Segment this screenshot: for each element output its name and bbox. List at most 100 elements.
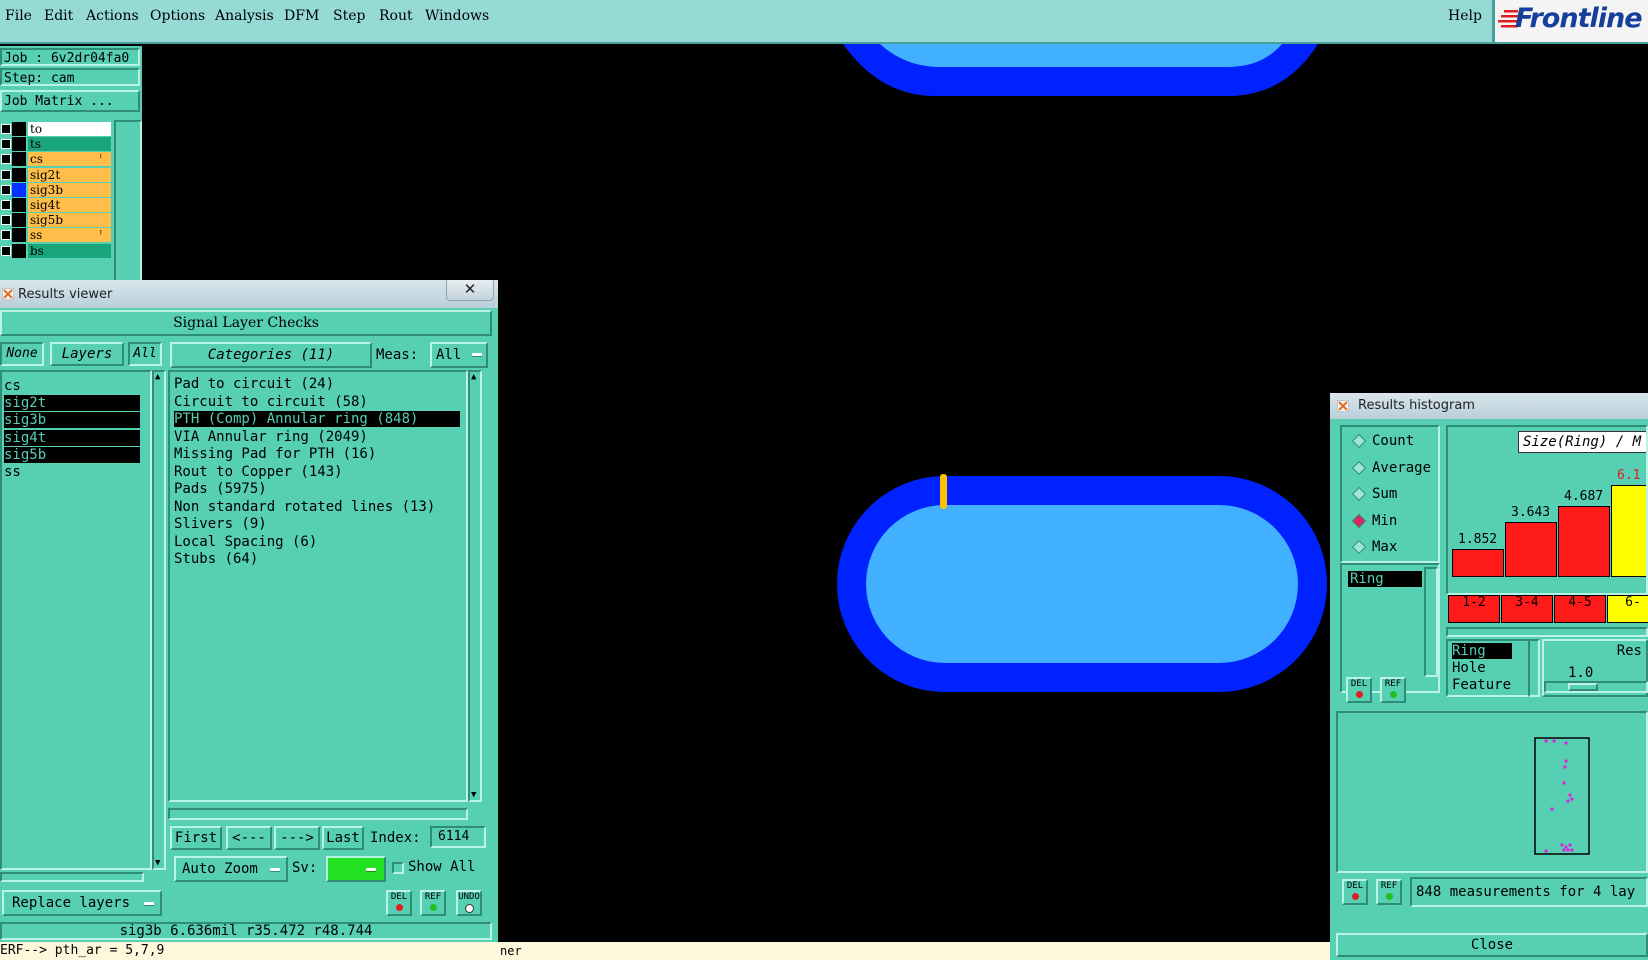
layer-row[interactable]: sig3b (0, 182, 112, 198)
layer-row[interactable]: bs (0, 243, 112, 259)
prev-button[interactable]: <--- (226, 826, 272, 850)
menu-rout[interactable]: Rout (379, 8, 413, 24)
results-layer-item[interactable]: sig5b (4, 446, 140, 463)
menu-help[interactable]: Help (1448, 8, 1482, 24)
layer-row[interactable]: ts (0, 136, 112, 152)
menu-step[interactable]: Step (333, 8, 365, 24)
histogram-bar[interactable] (1558, 506, 1610, 577)
layer-checkbox[interactable] (1, 184, 11, 195)
menu-edit[interactable]: Edit (44, 8, 73, 24)
results-layer-item[interactable]: sig2t (4, 395, 140, 412)
layer-row[interactable]: cs ⬆ (0, 151, 112, 167)
layer-checkbox[interactable] (1, 215, 11, 226)
ref-button[interactable]: REF (420, 890, 446, 916)
menu-dfm[interactable]: DFM (284, 8, 319, 24)
results-layer-hscroll[interactable] (0, 872, 144, 882)
resolution-slider[interactable] (1544, 681, 1648, 693)
measure-list-item[interactable]: Ring (1348, 571, 1422, 587)
layer-checkbox[interactable] (1, 169, 11, 180)
layer-checkbox[interactable] (1, 200, 11, 210)
layer-checkbox[interactable] (1, 154, 11, 165)
show-all-checkbox[interactable] (392, 862, 404, 874)
layer-name[interactable]: sig4t (28, 198, 111, 212)
meas-select[interactable]: All (430, 342, 488, 368)
category-item[interactable]: Slivers (9) (174, 516, 460, 532)
histogram-bar[interactable] (1505, 522, 1557, 577)
violation-marker[interactable] (940, 474, 947, 509)
category-item[interactable]: PTH (Comp) Annular ring (848) (174, 411, 460, 427)
category-item[interactable]: VIA Annular ring (2049) (174, 429, 460, 445)
layer-row[interactable]: ss ⬆ (0, 227, 112, 243)
layer-row[interactable]: sig2t (0, 167, 112, 183)
layer-name[interactable]: sig5b (28, 213, 111, 228)
hist-del-button[interactable]: DEL (1346, 677, 1372, 703)
results-layer-item[interactable]: cs (4, 378, 140, 394)
category-item[interactable]: Pads (5975) (174, 481, 460, 497)
layer-checkbox[interactable] (1, 124, 11, 134)
next-button[interactable]: ---> (274, 826, 320, 850)
last-button[interactable]: Last (322, 826, 364, 850)
categories-button[interactable]: Categories (11) (170, 342, 372, 368)
category-item[interactable]: Circuit to circuit (58) (174, 394, 460, 410)
category-item[interactable]: Stubs (64) (174, 551, 460, 567)
menu-options[interactable]: Options (150, 8, 205, 24)
menu-analysis[interactable]: Analysis (215, 8, 274, 24)
resolution-slider-thumb[interactable] (1568, 683, 1598, 691)
mode-radio-sum[interactable]: Sum (1351, 486, 1397, 502)
layer-checkbox[interactable] (1, 139, 11, 150)
category-item[interactable]: Local Spacing (6) (174, 534, 460, 550)
layer-checkbox[interactable] (1, 230, 11, 241)
measure-type-item[interactable]: Hole (1452, 660, 1512, 676)
measure-type-item[interactable]: Ring (1452, 643, 1512, 659)
layer-name[interactable]: to (28, 122, 111, 136)
undo-button[interactable]: UNDO (456, 890, 482, 916)
categories-scrollbar[interactable]: ▲ ▼ (468, 370, 482, 802)
category-item[interactable]: Missing Pad for PTH (16) (174, 446, 460, 462)
categories-hscroll[interactable] (168, 808, 468, 820)
all-layers-button[interactable]: All (128, 342, 162, 366)
category-item[interactable]: Non standard rotated lines (13) (174, 499, 460, 515)
replace-layers-select[interactable]: Replace layers (2, 890, 162, 916)
index-input[interactable]: 6114 (430, 826, 486, 848)
layers-button[interactable]: Layers (50, 342, 124, 366)
results-layer-item[interactable]: sig4t (4, 429, 140, 446)
histogram-bar[interactable] (1452, 549, 1504, 577)
mode-radio-average[interactable]: Average (1351, 460, 1431, 476)
layer-list-scrollbar[interactable] (114, 120, 142, 282)
layer-row[interactable]: to (0, 121, 112, 137)
del-button[interactable]: DEL (386, 890, 412, 916)
measure-type-item[interactable]: Feature (1452, 677, 1512, 693)
chart-hscroll[interactable] (1446, 627, 1648, 637)
layer-name[interactable]: ts (28, 137, 111, 152)
menu-actions[interactable]: Actions (86, 8, 139, 24)
category-item[interactable]: Pad to circuit (24) (174, 376, 460, 392)
job-matrix-button[interactable]: Job Matrix ... (0, 90, 140, 112)
menu-windows[interactable]: Windows (425, 8, 489, 24)
close-window-button[interactable]: ✕ (446, 280, 494, 301)
results-layer-item[interactable]: sig3b (4, 412, 140, 429)
auto-zoom-select[interactable]: Auto Zoom (174, 856, 288, 882)
severity-color-select[interactable] (326, 856, 386, 882)
mode-radio-max[interactable]: Max (1351, 539, 1397, 555)
layer-name[interactable]: sig2t (28, 167, 111, 182)
first-button[interactable]: First (170, 826, 222, 850)
layer-row[interactable]: sig5b (0, 212, 112, 228)
measure-list-scrollbar[interactable] (1424, 567, 1438, 677)
layer-name[interactable]: sig3b (28, 182, 111, 197)
histogram-close-button[interactable]: Close (1336, 933, 1648, 957)
results-layer-scrollbar[interactable]: ▲ ▼ (152, 370, 166, 870)
hist-ref-button[interactable]: REF (1380, 677, 1406, 703)
layer-name[interactable]: bs (28, 243, 111, 258)
layer-row[interactable]: sig4t (0, 197, 112, 213)
results-viewer-titlebar[interactable]: Results viewer ✕ (0, 280, 498, 308)
layer-checkbox[interactable] (1, 245, 11, 256)
results-layer-item[interactable]: ss (4, 464, 140, 480)
menu-file[interactable]: File (5, 8, 32, 24)
histogram-bar[interactable] (1611, 485, 1646, 577)
hist-del-button-2[interactable]: DEL (1342, 879, 1368, 905)
category-item[interactable]: Rout to Copper (143) (174, 464, 460, 480)
mode-radio-min[interactable]: Min (1351, 513, 1397, 529)
histogram-titlebar[interactable]: Results histogram (1330, 393, 1648, 419)
mode-radio-count[interactable]: Count (1351, 433, 1414, 449)
none-button[interactable]: None (0, 342, 44, 366)
